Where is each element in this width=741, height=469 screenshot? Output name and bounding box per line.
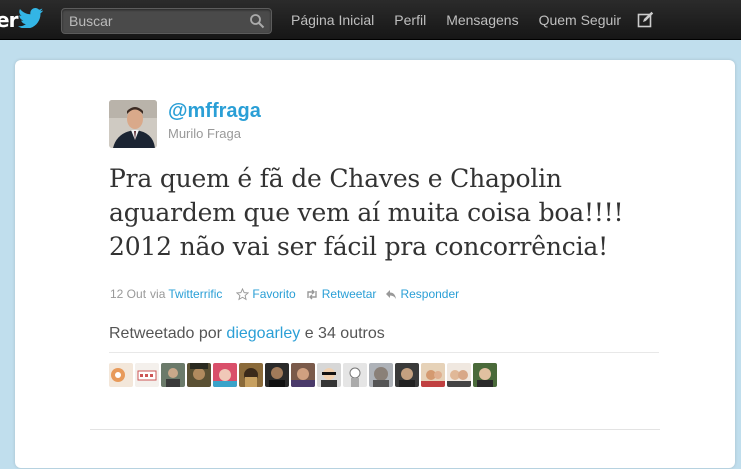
favorite-button[interactable]: Favorito (236, 287, 296, 301)
favorite-label: Favorito (252, 287, 296, 301)
search-input[interactable] (62, 9, 242, 33)
nav-messages[interactable]: Mensagens (436, 0, 528, 40)
nav-who-to-follow[interactable]: Quem Seguir (529, 0, 631, 40)
retweeted-prefix: Retweetado por (109, 325, 222, 342)
retweet-button[interactable]: Retweetar (305, 287, 377, 301)
tweet-card: @mffraga Murilo Fraga Pra quem é fã de C… (15, 60, 735, 468)
search-icon[interactable] (249, 13, 265, 34)
reply-icon (386, 289, 397, 299)
search-box (61, 8, 272, 34)
retweeter-avatar[interactable] (291, 363, 315, 387)
retweeter-avatar[interactable] (317, 363, 341, 387)
tweet-meta: 12 Out via Twitterrific Favorito Retweet… (110, 287, 459, 301)
retweet-icon (307, 289, 317, 299)
reply-button[interactable]: Responder (385, 287, 459, 301)
compose-icon[interactable] (637, 11, 654, 33)
retweeter-avatar[interactable] (265, 363, 289, 387)
retweeter-avatar[interactable] (421, 363, 445, 387)
retweeter-avatar[interactable] (447, 363, 471, 387)
retweeter-avatars (109, 363, 499, 387)
top-bar: er Página Inicial Perfil Mensagens Quem … (0, 0, 741, 40)
screen-name[interactable]: @mffraga (168, 100, 261, 123)
retweeter-avatar[interactable] (343, 363, 367, 387)
retweeter-avatar[interactable] (395, 363, 419, 387)
retweeted-suffix: e 34 outros (304, 325, 385, 342)
tweet-date[interactable]: 12 Out (110, 287, 146, 301)
nav-profile[interactable]: Perfil (384, 0, 436, 40)
client-link[interactable]: Twitterrific (168, 287, 222, 301)
retweeter-avatar[interactable] (369, 363, 393, 387)
star-icon (236, 287, 250, 300)
avatar[interactable] (109, 100, 157, 148)
divider (90, 429, 660, 430)
retweeter-avatar[interactable] (135, 363, 159, 387)
retweeter-avatar[interactable] (109, 363, 133, 387)
twitter-logo[interactable]: er (0, 7, 44, 33)
twitter-bird-icon (18, 7, 44, 33)
nav-home[interactable]: Página Inicial (281, 0, 384, 40)
main-nav: Página Inicial Perfil Mensagens Quem Seg… (281, 0, 631, 40)
retweeter-avatar[interactable] (161, 363, 185, 387)
retweet-label: Retweetar (321, 287, 377, 301)
retweeter-link[interactable]: diegoarley (226, 325, 300, 342)
full-name: Murilo Fraga (168, 126, 241, 141)
retweeter-avatar[interactable] (239, 363, 263, 387)
retweeter-avatar[interactable] (473, 363, 497, 387)
logo-text: er (0, 8, 18, 32)
divider (109, 352, 659, 353)
tweet-text: Pra quem é fã de Chaves e Chapolin aguar… (109, 164, 624, 261)
via-label: via (150, 287, 166, 301)
retweeter-avatar[interactable] (213, 363, 237, 387)
retweeter-avatar[interactable] (187, 363, 211, 387)
retweeted-by: Retweetado por diegoarley e 34 outros (109, 325, 385, 343)
reply-label: Responder (400, 287, 460, 301)
